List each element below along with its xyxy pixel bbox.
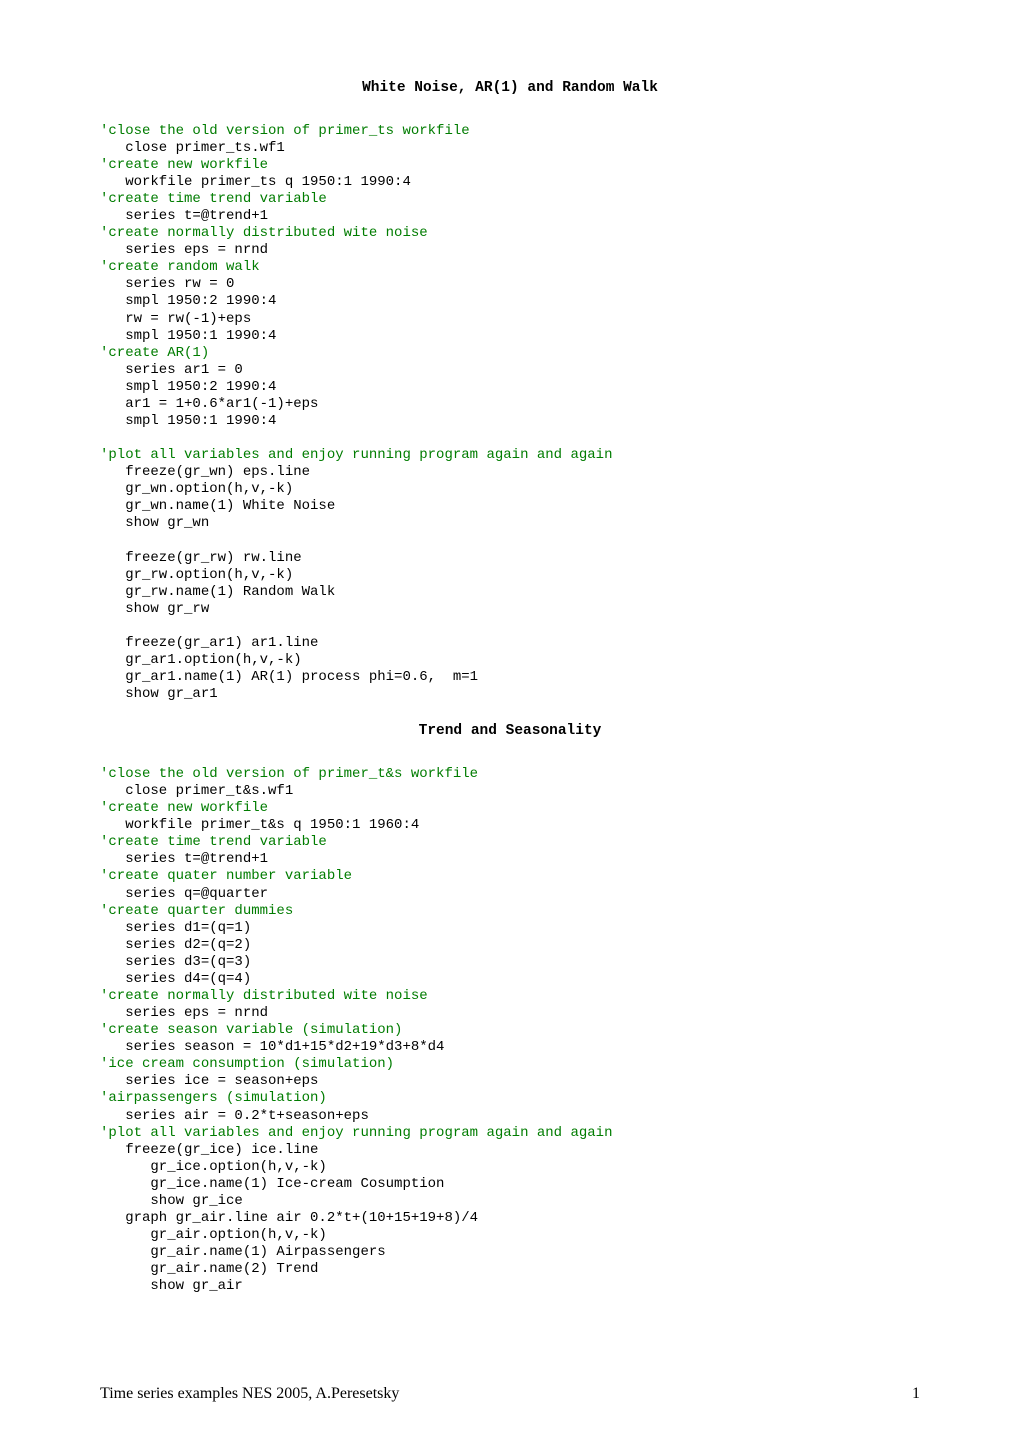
code-block-1: 'close the old version of primer_ts work… bbox=[100, 123, 920, 704]
footer-left-text: Time series examples NES 2005, A.Pereset… bbox=[100, 1385, 399, 1403]
document-page: White Noise, AR(1) and Random Walk 'clos… bbox=[0, 0, 1020, 1443]
section-title-2: Trend and Seasonality bbox=[100, 723, 920, 740]
section-title-1: White Noise, AR(1) and Random Walk bbox=[100, 80, 920, 97]
page-footer: Time series examples NES 2005, A.Pereset… bbox=[100, 1385, 920, 1403]
page-number: 1 bbox=[912, 1385, 920, 1403]
code-block-2: 'close the old version of primer_t&s wor… bbox=[100, 766, 920, 1295]
